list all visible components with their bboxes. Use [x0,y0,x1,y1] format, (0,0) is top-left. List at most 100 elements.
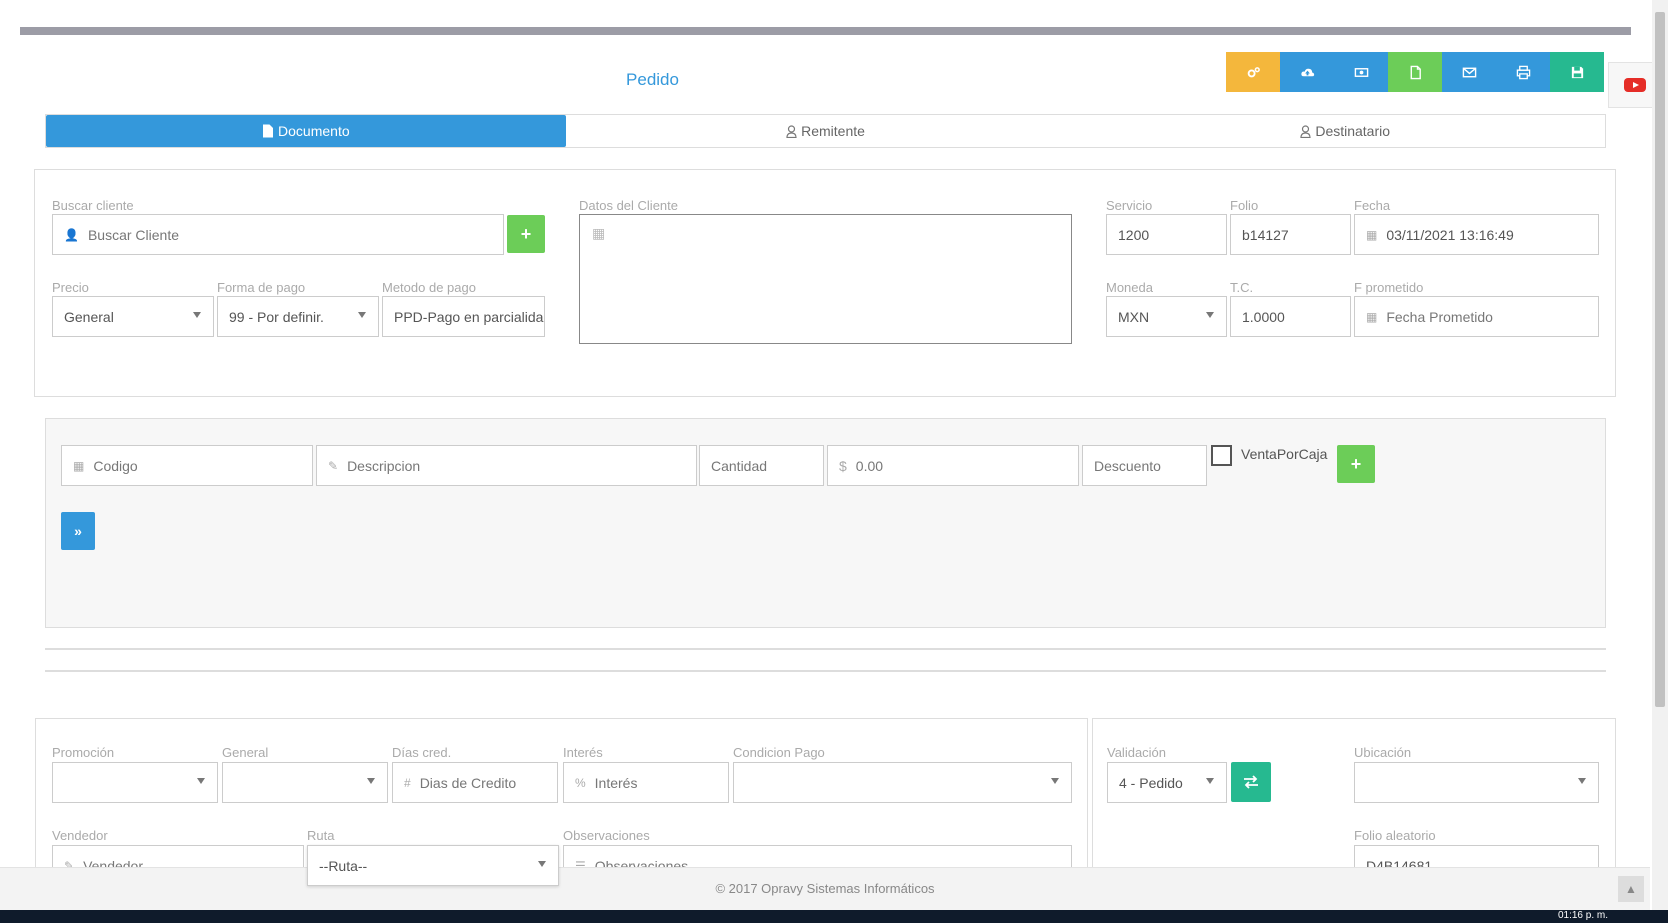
divider [45,648,1606,650]
page-title: Pedido [626,70,679,89]
settings-button[interactable] [1226,52,1280,92]
promotion-label: Promoción [52,745,115,760]
interest-label: Interés [563,745,603,760]
copyright-text: © 2017 Opravy Sistemas Informáticos [715,881,935,896]
description-input[interactable]: ✎ Descripcion [316,445,697,486]
interest-input[interactable]: % Interés [563,762,729,803]
credit-days-input[interactable]: # Dias de Credito [392,762,558,803]
tab-label: Destinatario [1315,123,1391,139]
price-input[interactable]: $ 0.00 [827,445,1079,486]
search-client-label: Buscar cliente [52,198,134,213]
tab-remitente[interactable]: Remitente [566,115,1086,147]
document-tabs: Documento Remitente Destinatario [45,114,1606,148]
tab-label: Remitente [801,123,865,139]
chevron-down-icon [1206,778,1214,784]
payment-form-label: Forma de pago [217,280,306,295]
expand-button[interactable]: » [61,512,95,550]
exchange-icon [1244,775,1258,789]
currency-select[interactable]: MXN [1106,296,1227,337]
taskbar-clock: 01:16 p. m. [1557,910,1608,921]
payment-method-select[interactable]: PPD-Pago en parcialidades [382,296,545,337]
validation-select[interactable]: 4 - Pedido [1107,762,1227,803]
notes-label: Observaciones [563,828,650,843]
general-label: General [222,745,269,760]
cloud-upload-icon [1300,68,1314,76]
promotion-select[interactable] [52,762,218,803]
chevron-down-icon [367,778,375,784]
box-sale-label: VentaPorCaja [1241,446,1328,462]
user-icon: 👤 [64,227,79,242]
youtube-icon [1624,78,1646,92]
exchange-rate-input[interactable]: 1.0000 [1230,296,1351,337]
percent-icon: % [575,775,586,790]
scrollbar-thumb[interactable] [1655,12,1665,707]
arrow-up-icon: ▲ [1625,882,1637,896]
scroll-top-button[interactable]: ▲ [1618,876,1644,902]
add-client-button[interactable]: + [507,215,545,253]
client-data-label: Datos del Cliente [579,198,678,213]
os-taskbar: 01:16 p. m. [0,910,1668,923]
dollar-icon: $ [839,457,847,474]
floppy-icon [1571,66,1583,78]
folio-input[interactable]: b14127 [1230,214,1351,255]
email-button[interactable] [1442,52,1496,92]
chevron-down-icon [1578,778,1586,784]
box-sale-checkbox[interactable] [1211,445,1232,466]
edit-icon: ✎ [328,458,339,473]
top-band [20,27,1631,35]
currency-label: Moneda [1106,280,1153,295]
client-data-textarea[interactable]: ▦ [579,214,1072,344]
random-folio-label: Folio aleatorio [1354,828,1436,843]
envelope-icon [1462,67,1476,77]
seller-label: Vendedor [52,828,108,843]
chevron-down-icon [193,312,201,318]
client-search-input[interactable]: 👤 Buscar Cliente [52,214,504,255]
print-button[interactable] [1496,52,1550,92]
new-document-button[interactable] [1388,52,1442,92]
general-select[interactable] [222,762,388,803]
user-icon [1300,124,1311,138]
calendar-icon: ▦ [1366,309,1378,324]
route-select[interactable]: --Ruta-- [307,845,559,886]
file-icon [263,124,274,138]
payment-form-select[interactable]: 99 - Por definir. [217,296,379,337]
code-input[interactable]: ▦ Codigo [61,445,313,486]
building-icon: ▦ [592,225,606,241]
action-toolbar [1226,52,1604,92]
chevron-down-icon [1051,778,1059,784]
calendar-icon: ▦ [1366,227,1378,242]
divider [45,670,1606,672]
money-icon [1354,67,1368,77]
price-select[interactable]: General [52,296,214,337]
user-icon [786,124,797,138]
upload-cloud-button[interactable] [1280,52,1334,92]
chevron-down-icon [1206,312,1214,318]
money-button[interactable] [1334,52,1388,92]
credit-days-label: Días cred. [392,745,452,760]
date-label: Fecha [1354,198,1391,213]
tab-documento[interactable]: Documento [46,115,566,147]
validation-label: Validación [1107,745,1167,760]
print-icon [1516,65,1530,79]
chevron-down-icon [358,312,366,318]
save-button[interactable] [1550,52,1604,92]
service-label: Servicio [1106,198,1153,213]
discount-input[interactable]: Descuento [1082,445,1207,486]
location-select[interactable] [1354,762,1599,803]
barcode-icon: ▦ [73,458,85,473]
tab-destinatario[interactable]: Destinatario [1085,115,1605,147]
tab-label: Documento [278,123,350,139]
add-item-button[interactable]: + [1337,445,1375,483]
price-label: Precio [52,280,89,295]
footer: © 2017 Opravy Sistemas Informáticos ▲ [0,867,1650,910]
chevron-down-icon [197,778,205,784]
promised-date-input[interactable]: ▦ Fecha Prometido [1354,296,1599,337]
promised-date-label: F prometido [1354,280,1424,295]
payment-condition-select[interactable] [733,762,1072,803]
service-input[interactable]: 1200 [1106,214,1227,255]
date-input[interactable]: ▦ 03/11/2021 13:16:49 [1354,214,1599,255]
quantity-input[interactable]: Cantidad [699,445,824,486]
file-icon [1410,65,1421,79]
swap-button[interactable] [1231,762,1271,802]
page-scrollbar[interactable] [1652,0,1668,910]
